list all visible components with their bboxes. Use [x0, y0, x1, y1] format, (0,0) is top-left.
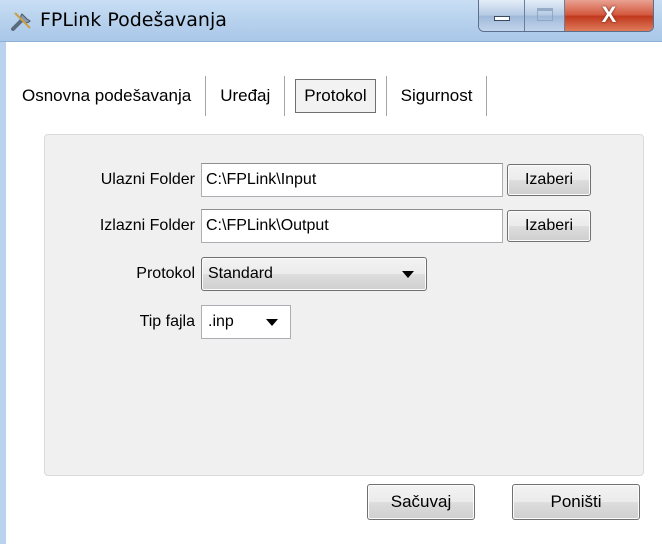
file-type-selected-value: .inp: [208, 313, 234, 330]
settings-window: FPLink Podešavanja X Osnovna podešavanja…: [0, 0, 662, 544]
tab-sigurnost[interactable]: Sigurnost: [387, 76, 488, 116]
tab-label: Uređaj: [220, 86, 271, 105]
output-folder-row: Izlazni Folder C:\FPLink\Output Izaberi: [45, 209, 591, 243]
tab-label: Osnovna podešavanja: [22, 86, 192, 105]
tab-label: Sigurnost: [400, 86, 473, 105]
chevron-down-icon: [266, 319, 278, 326]
browse-output-button[interactable]: Izaberi: [507, 210, 591, 242]
save-button[interactable]: Sačuvaj: [367, 484, 475, 520]
input-folder-field[interactable]: C:\FPLink\Input: [201, 163, 503, 197]
protocol-panel: Ulazni Folder C:\FPLink\Input Izaberi Iz…: [44, 134, 644, 476]
input-folder-row: Ulazni Folder C:\FPLink\Input Izaberi: [45, 163, 591, 197]
tab-uredjaj[interactable]: Uređaj: [206, 76, 286, 116]
protocol-selected-value: Standard: [208, 265, 273, 282]
tab-label: Protokol: [295, 79, 376, 113]
output-folder-label: Izlazni Folder: [99, 217, 195, 234]
minimize-icon: [494, 16, 510, 21]
client-area: Osnovna podešavanja Uređaj Protokol Sigu…: [0, 42, 662, 544]
file-type-dropdown[interactable]: .inp: [201, 305, 291, 339]
protocol-label: Protokol: [136, 265, 195, 282]
tab-protokol[interactable]: Protokol: [285, 76, 387, 116]
window-title: FPLink Podešavanja: [40, 9, 227, 31]
caption-buttons: X: [478, 0, 654, 32]
title-bar[interactable]: FPLink Podešavanja X: [0, 0, 662, 42]
cancel-button[interactable]: Poništi: [512, 484, 640, 520]
protocol-dropdown[interactable]: Standard: [201, 257, 427, 291]
minimize-button[interactable]: [479, 0, 525, 31]
tab-strip: Osnovna podešavanja Uređaj Protokol Sigu…: [20, 76, 488, 116]
tab-osnovna[interactable]: Osnovna podešavanja: [20, 76, 207, 116]
maximize-icon: [537, 8, 553, 21]
close-icon: X: [601, 2, 617, 27]
browse-input-button[interactable]: Izaberi: [507, 164, 591, 196]
file-type-label: Tip fajla: [139, 313, 195, 330]
wrench-screwdriver-icon: [11, 12, 31, 31]
output-folder-field[interactable]: C:\FPLink\Output: [201, 209, 503, 243]
maximize-button[interactable]: [525, 0, 565, 31]
protocol-row: Protokol Standard: [45, 257, 427, 291]
input-folder-label: Ulazni Folder: [100, 171, 195, 188]
chevron-down-icon: [402, 271, 414, 278]
close-button[interactable]: X: [565, 0, 653, 31]
file-type-row: Tip fajla .inp: [45, 305, 291, 339]
